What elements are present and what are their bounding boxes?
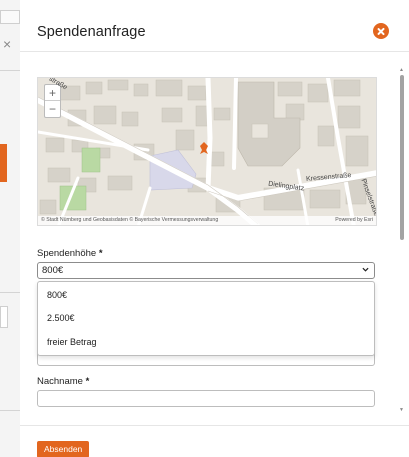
map-attribution-text: © Stadt Nürnberg und Geobasisdaten © Bay… — [41, 217, 219, 223]
modal-title: Spendenanfrage — [37, 24, 146, 40]
location-map[interactable]: + − Dielingplatz Kressenstraße Pinselstr… — [37, 77, 377, 226]
scroll-thumb[interactable] — [400, 75, 404, 240]
map-tiles — [38, 78, 376, 225]
donation-amount-options: 800€ 2.500€ freier Betrag — [37, 281, 375, 356]
modal-footer: Absenden — [20, 425, 409, 457]
donation-amount-select[interactable]: 800€ — [37, 262, 375, 279]
donation-amount-label: Spendenhöhe * — [37, 248, 103, 259]
donation-amount-label-text: Spendenhöhe — [37, 248, 97, 259]
background-divider — [0, 292, 20, 293]
close-icon[interactable] — [373, 23, 389, 39]
scroll-up-icon[interactable]: ▲ — [399, 67, 404, 73]
map-attribution: © Stadt Nürnberg und Geobasisdaten © Bay… — [38, 216, 376, 225]
required-marker: * — [98, 248, 103, 259]
donation-amount-selected-value: 800€ — [42, 265, 64, 276]
modal-body: + − Dielingplatz Kressenstraße Pinselstr… — [20, 53, 409, 425]
modal-header: Spendenanfrage — [20, 0, 409, 52]
background-field — [0, 306, 8, 328]
background-page: × — [0, 0, 20, 457]
background-accent-bar — [0, 144, 7, 182]
donation-request-modal: Spendenanfrage + − Dielingplatz Kressens… — [20, 0, 409, 457]
lastname-label-text: Nachname — [37, 376, 83, 387]
zoom-out-button[interactable]: − — [45, 101, 60, 117]
option-800[interactable]: 800€ — [47, 290, 67, 300]
map-powered-by[interactable]: Powered by Esri — [335, 216, 373, 225]
background-field — [0, 10, 20, 24]
modal-scrollbar[interactable]: ▲ ▼ — [399, 67, 405, 417]
option-custom-amount[interactable]: freier Betrag — [47, 337, 97, 347]
lastname-input[interactable] — [37, 390, 375, 407]
chevron-down-icon — [362, 267, 369, 272]
scroll-down-icon[interactable]: ▼ — [399, 407, 404, 413]
map-zoom-control: + − — [44, 84, 61, 118]
submit-button[interactable]: Absenden — [37, 441, 90, 457]
background-close-icon: × — [3, 36, 12, 52]
background-divider — [0, 410, 20, 411]
lastname-label: Nachname * — [37, 376, 89, 387]
background-divider — [0, 70, 20, 71]
required-marker: * — [85, 376, 90, 387]
option-2500[interactable]: 2.500€ — [47, 313, 75, 323]
